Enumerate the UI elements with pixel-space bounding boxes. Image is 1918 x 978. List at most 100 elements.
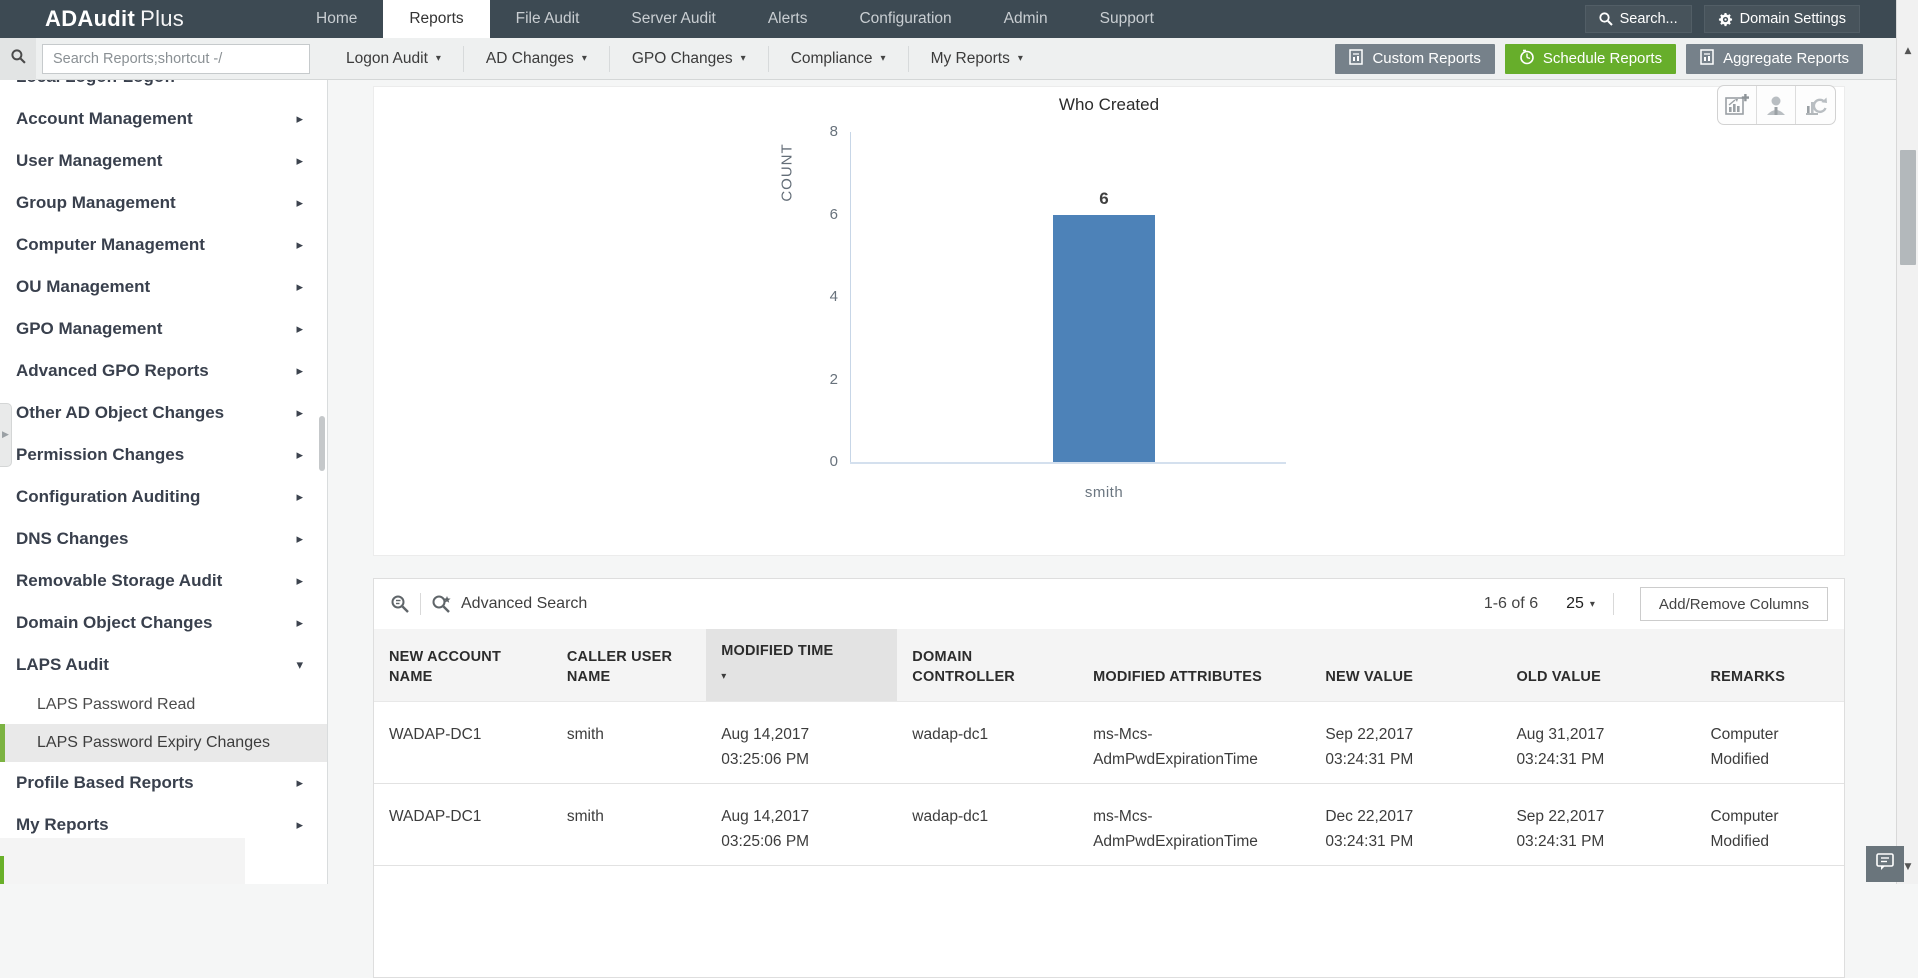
sidebar-search-toggle[interactable] — [0, 38, 36, 80]
chevron-right-icon: ▸ — [296, 776, 303, 791]
sidebar-item-configuration-auditing[interactable]: Configuration Auditing▸ — [0, 476, 327, 518]
nav-tab-configuration[interactable]: Configuration — [833, 0, 977, 38]
domain-settings-button[interactable]: Domain Settings — [1704, 5, 1860, 33]
menu-gpo-changes[interactable]: GPO Changes▾ — [610, 46, 769, 72]
header-line: NEW VALUE — [1325, 667, 1491, 687]
clock-icon — [1519, 49, 1535, 69]
chevron-right-icon: ▸ — [296, 532, 303, 547]
table-cell: ms-Mcs-AdmPwdExpirationTime — [1078, 784, 1310, 866]
sidebar-item-laps-password-expiry-changes[interactable]: LAPS Password Expiry Changes — [0, 724, 327, 762]
schedule-reports-button[interactable]: Schedule Reports — [1505, 44, 1676, 74]
chevron-down-icon: ▾ — [1590, 599, 1595, 610]
column-header-new-value[interactable]: NEW VALUE — [1310, 629, 1501, 702]
chat-tab-sliver[interactable] — [0, 856, 4, 884]
chevron-right-icon: ▸ — [296, 574, 303, 589]
sidebar-item-removable-storage-audit[interactable]: Removable Storage Audit▸ — [0, 560, 327, 602]
column-header-caller-user-name[interactable]: CALLER USERNAME — [552, 629, 706, 702]
sidebar-item-laps-audit[interactable]: LAPS Audit▾ — [0, 644, 327, 686]
sidebar-item-label: Advanced GPO Reports — [16, 361, 296, 381]
search-button[interactable]: Search... — [1585, 5, 1692, 33]
chevron-down-icon: ▾ — [741, 53, 746, 64]
nav-tab-admin[interactable]: Admin — [978, 0, 1074, 38]
sort-descending-icon[interactable]: ▾ — [721, 667, 887, 687]
header-line: NAME — [389, 667, 542, 687]
aggregate-reports-button[interactable]: Aggregate Reports — [1686, 44, 1863, 74]
y-tick-label: 8 — [798, 123, 838, 140]
menu-ad-changes[interactable]: AD Changes▾ — [464, 46, 610, 72]
scrollbar-thumb[interactable] — [1900, 150, 1916, 265]
chevron-down-icon: ▾ — [1018, 53, 1023, 64]
chevron-right-icon: ▸ — [296, 406, 303, 421]
bar-smith[interactable] — [1053, 215, 1155, 463]
divider — [1613, 593, 1614, 615]
sidebar-item-label: OU Management — [16, 277, 296, 297]
table-cell: Sep 22,201703:24:31 PM — [1310, 702, 1501, 784]
sidebar-item-account-management[interactable]: Account Management▸ — [0, 98, 327, 140]
custom-reports-button[interactable]: Custom Reports — [1335, 44, 1494, 74]
nav-tab-home[interactable]: Home — [290, 0, 383, 38]
page-scrollbar[interactable]: ▲ ▼ — [1896, 0, 1918, 884]
y-tick-label: 4 — [798, 288, 838, 305]
column-header-modified-time[interactable]: MODIFIED TIME ▾ — [706, 629, 897, 702]
nav-tab-file-audit[interactable]: File Audit — [490, 0, 606, 38]
sidebar-item-user-management[interactable]: User Management▸ — [0, 140, 327, 182]
advanced-search-label[interactable]: Advanced Search — [461, 595, 587, 613]
page-size-dropdown[interactable]: 25 ▾ — [1566, 595, 1595, 613]
page-size-value: 25 — [1566, 595, 1584, 613]
sidebar-item-label: Other AD Object Changes — [16, 403, 296, 423]
advanced-search-icon[interactable] — [431, 594, 453, 614]
chevron-right-icon: ▸ — [296, 112, 303, 127]
column-header-old-value[interactable]: OLD VALUE — [1501, 629, 1695, 702]
column-header-new-account-name[interactable]: NEW ACCOUNTNAME — [374, 629, 552, 702]
favorites-panel-expander[interactable]: ▶ — [0, 403, 12, 467]
table-cell: wadap-dc1 — [897, 784, 1078, 866]
sidebar-item-group-management[interactable]: Group Management▸ — [0, 182, 327, 224]
report-table-card: Advanced Search 1-6 of 6 25 ▾ Add/Remove… — [373, 578, 1845, 978]
table-cell: smith — [552, 784, 706, 866]
header-line: CALLER USER — [567, 647, 696, 667]
sidebar-item-computer-management[interactable]: Computer Management▸ — [0, 224, 327, 266]
report-search-input[interactable] — [42, 44, 310, 74]
chevron-right-icon: ▶ — [2, 430, 9, 440]
sidebar-item-other-ad-object-changes[interactable]: Other AD Object Changes▸ — [0, 392, 327, 434]
sidebar-item-gpo-management[interactable]: GPO Management▸ — [0, 308, 327, 350]
table-cell: Aug 14,201703:25:06 PM — [706, 702, 897, 784]
nav-tab-alerts[interactable]: Alerts — [742, 0, 834, 38]
feedback-chat-button[interactable] — [1866, 846, 1904, 882]
sidebar-item-dns-changes[interactable]: DNS Changes▸ — [0, 518, 327, 560]
sidebar-item-laps-password-read[interactable]: LAPS Password Read — [0, 686, 327, 724]
menu-logon-audit[interactable]: Logon Audit▾ — [324, 46, 464, 72]
top-navbar: ADAudit Plus HomeReportsFile AuditServer… — [0, 0, 1918, 38]
reports-sidebar: Local Logon-LogoffAccount Management▸Use… — [0, 80, 328, 884]
header-line: MODIFIED TIME — [721, 641, 887, 661]
sidebar-item-local-logon-logoff[interactable]: Local Logon-Logoff — [0, 80, 327, 98]
column-search-icon[interactable] — [390, 594, 410, 614]
y-tick-label: 2 — [798, 371, 838, 388]
chevron-down-icon: ▾ — [881, 53, 886, 64]
search-icon — [1599, 12, 1613, 26]
column-header-remarks[interactable]: REMARKS — [1695, 629, 1844, 702]
sidebar-item-ou-management[interactable]: OU Management▸ — [0, 266, 327, 308]
menu-compliance[interactable]: Compliance▾ — [769, 46, 909, 72]
table-controls: Advanced Search 1-6 of 6 25 ▾ Add/Remove… — [374, 579, 1844, 629]
add-remove-columns-button[interactable]: Add/Remove Columns — [1640, 587, 1828, 621]
app-logo[interactable]: ADAudit Plus — [0, 0, 290, 38]
table-cell: WADAP-DC1 — [374, 702, 552, 784]
nav-tab-support[interactable]: Support — [1074, 0, 1180, 38]
sidebar-item-profile-based-reports[interactable]: Profile Based Reports▸ — [0, 762, 327, 804]
sidebar-scrollbar-thumb[interactable] — [319, 416, 325, 471]
column-header-modified-attributes[interactable]: MODIFIED ATTRIBUTES — [1078, 629, 1310, 702]
column-header-domain-controller[interactable]: DOMAINCONTROLLER — [897, 629, 1078, 702]
header-line: MODIFIED ATTRIBUTES — [1093, 667, 1300, 687]
table-cell: Aug 31,201703:24:31 PM — [1501, 702, 1695, 784]
nav-tab-reports[interactable]: Reports — [383, 0, 489, 38]
header-line: DOMAIN — [912, 647, 1068, 667]
menu-my-reports[interactable]: My Reports▾ — [909, 46, 1045, 72]
sidebar-item-domain-object-changes[interactable]: Domain Object Changes▸ — [0, 602, 327, 644]
sidebar-item-label: Group Management — [16, 193, 296, 213]
nav-tab-server-audit[interactable]: Server Audit — [605, 0, 741, 38]
sidebar-item-label: Removable Storage Audit — [16, 571, 296, 591]
sidebar-item-advanced-gpo-reports[interactable]: Advanced GPO Reports▸ — [0, 350, 327, 392]
scroll-up-arrow[interactable]: ▲ — [1897, 40, 1918, 62]
sidebar-item-permission-changes[interactable]: Permission Changes▸ — [0, 434, 327, 476]
